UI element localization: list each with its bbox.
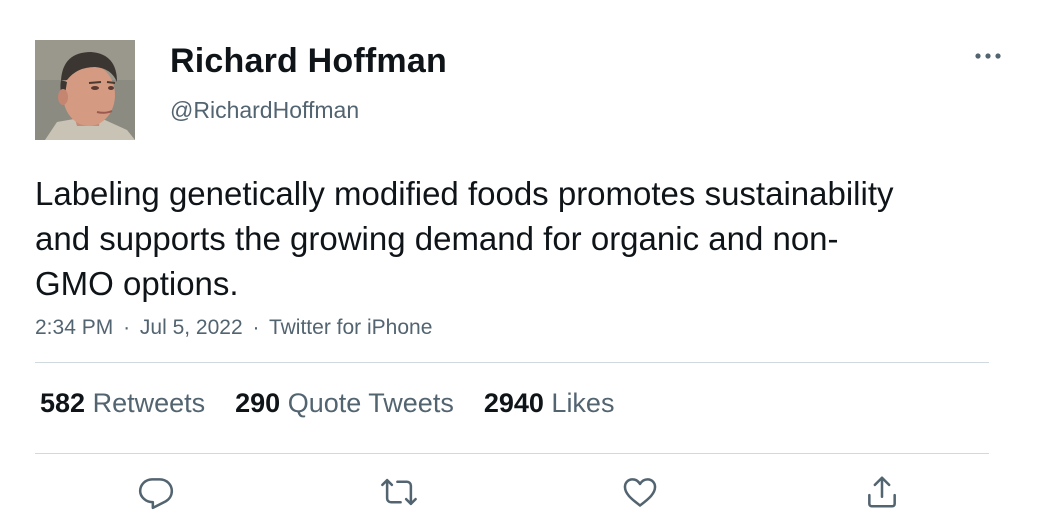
retweets-label: Retweets bbox=[92, 388, 206, 418]
avatar-photo bbox=[35, 40, 135, 140]
quote-tweets-count: 290 bbox=[235, 388, 281, 418]
reply-icon bbox=[138, 478, 174, 510]
action-bar bbox=[0, 470, 1050, 520]
share-button[interactable] bbox=[860, 470, 904, 514]
heart-icon bbox=[623, 478, 657, 507]
retweet-button[interactable] bbox=[377, 470, 421, 514]
retweets-stat[interactable]: 582 Retweets bbox=[40, 388, 205, 419]
tweet-time[interactable]: 2:34 PM bbox=[35, 316, 113, 339]
engagement-stats: 582 Retweets 290 Quote Tweets 2940 Likes bbox=[40, 388, 644, 419]
like-button[interactable] bbox=[618, 470, 662, 514]
divider bbox=[35, 362, 989, 363]
reply-button[interactable] bbox=[134, 470, 178, 514]
tweet-meta: 2:34 PM · Jul 5, 2022 · Twitter for iPho… bbox=[35, 316, 432, 340]
tweet-date[interactable]: Jul 5, 2022 bbox=[140, 316, 243, 339]
author-handle[interactable]: @RichardHoffman bbox=[170, 97, 359, 124]
meta-separator: · bbox=[123, 316, 131, 339]
tweet-card: Richard Hoffman @RichardHoffman Labeling… bbox=[0, 0, 1050, 525]
avatar[interactable] bbox=[35, 40, 135, 140]
share-icon bbox=[868, 476, 896, 508]
tweet-source[interactable]: Twitter for iPhone bbox=[269, 316, 432, 339]
likes-stat[interactable]: 2940 Likes bbox=[484, 388, 615, 419]
tweet-text: Labeling genetically modified foods prom… bbox=[35, 175, 894, 302]
author-name[interactable]: Richard Hoffman bbox=[170, 42, 447, 81]
retweets-count: 582 bbox=[40, 388, 86, 418]
quote-tweets-label: Quote Tweets bbox=[287, 388, 454, 418]
more-horizontal-icon bbox=[975, 53, 1001, 59]
meta-separator: · bbox=[252, 316, 260, 339]
divider bbox=[35, 453, 989, 454]
quote-tweets-stat[interactable]: 290 Quote Tweets bbox=[235, 388, 454, 419]
retweet-icon bbox=[381, 478, 417, 506]
more-button[interactable] bbox=[970, 44, 1006, 68]
likes-count: 2940 bbox=[483, 388, 544, 418]
likes-label: Likes bbox=[551, 388, 615, 418]
